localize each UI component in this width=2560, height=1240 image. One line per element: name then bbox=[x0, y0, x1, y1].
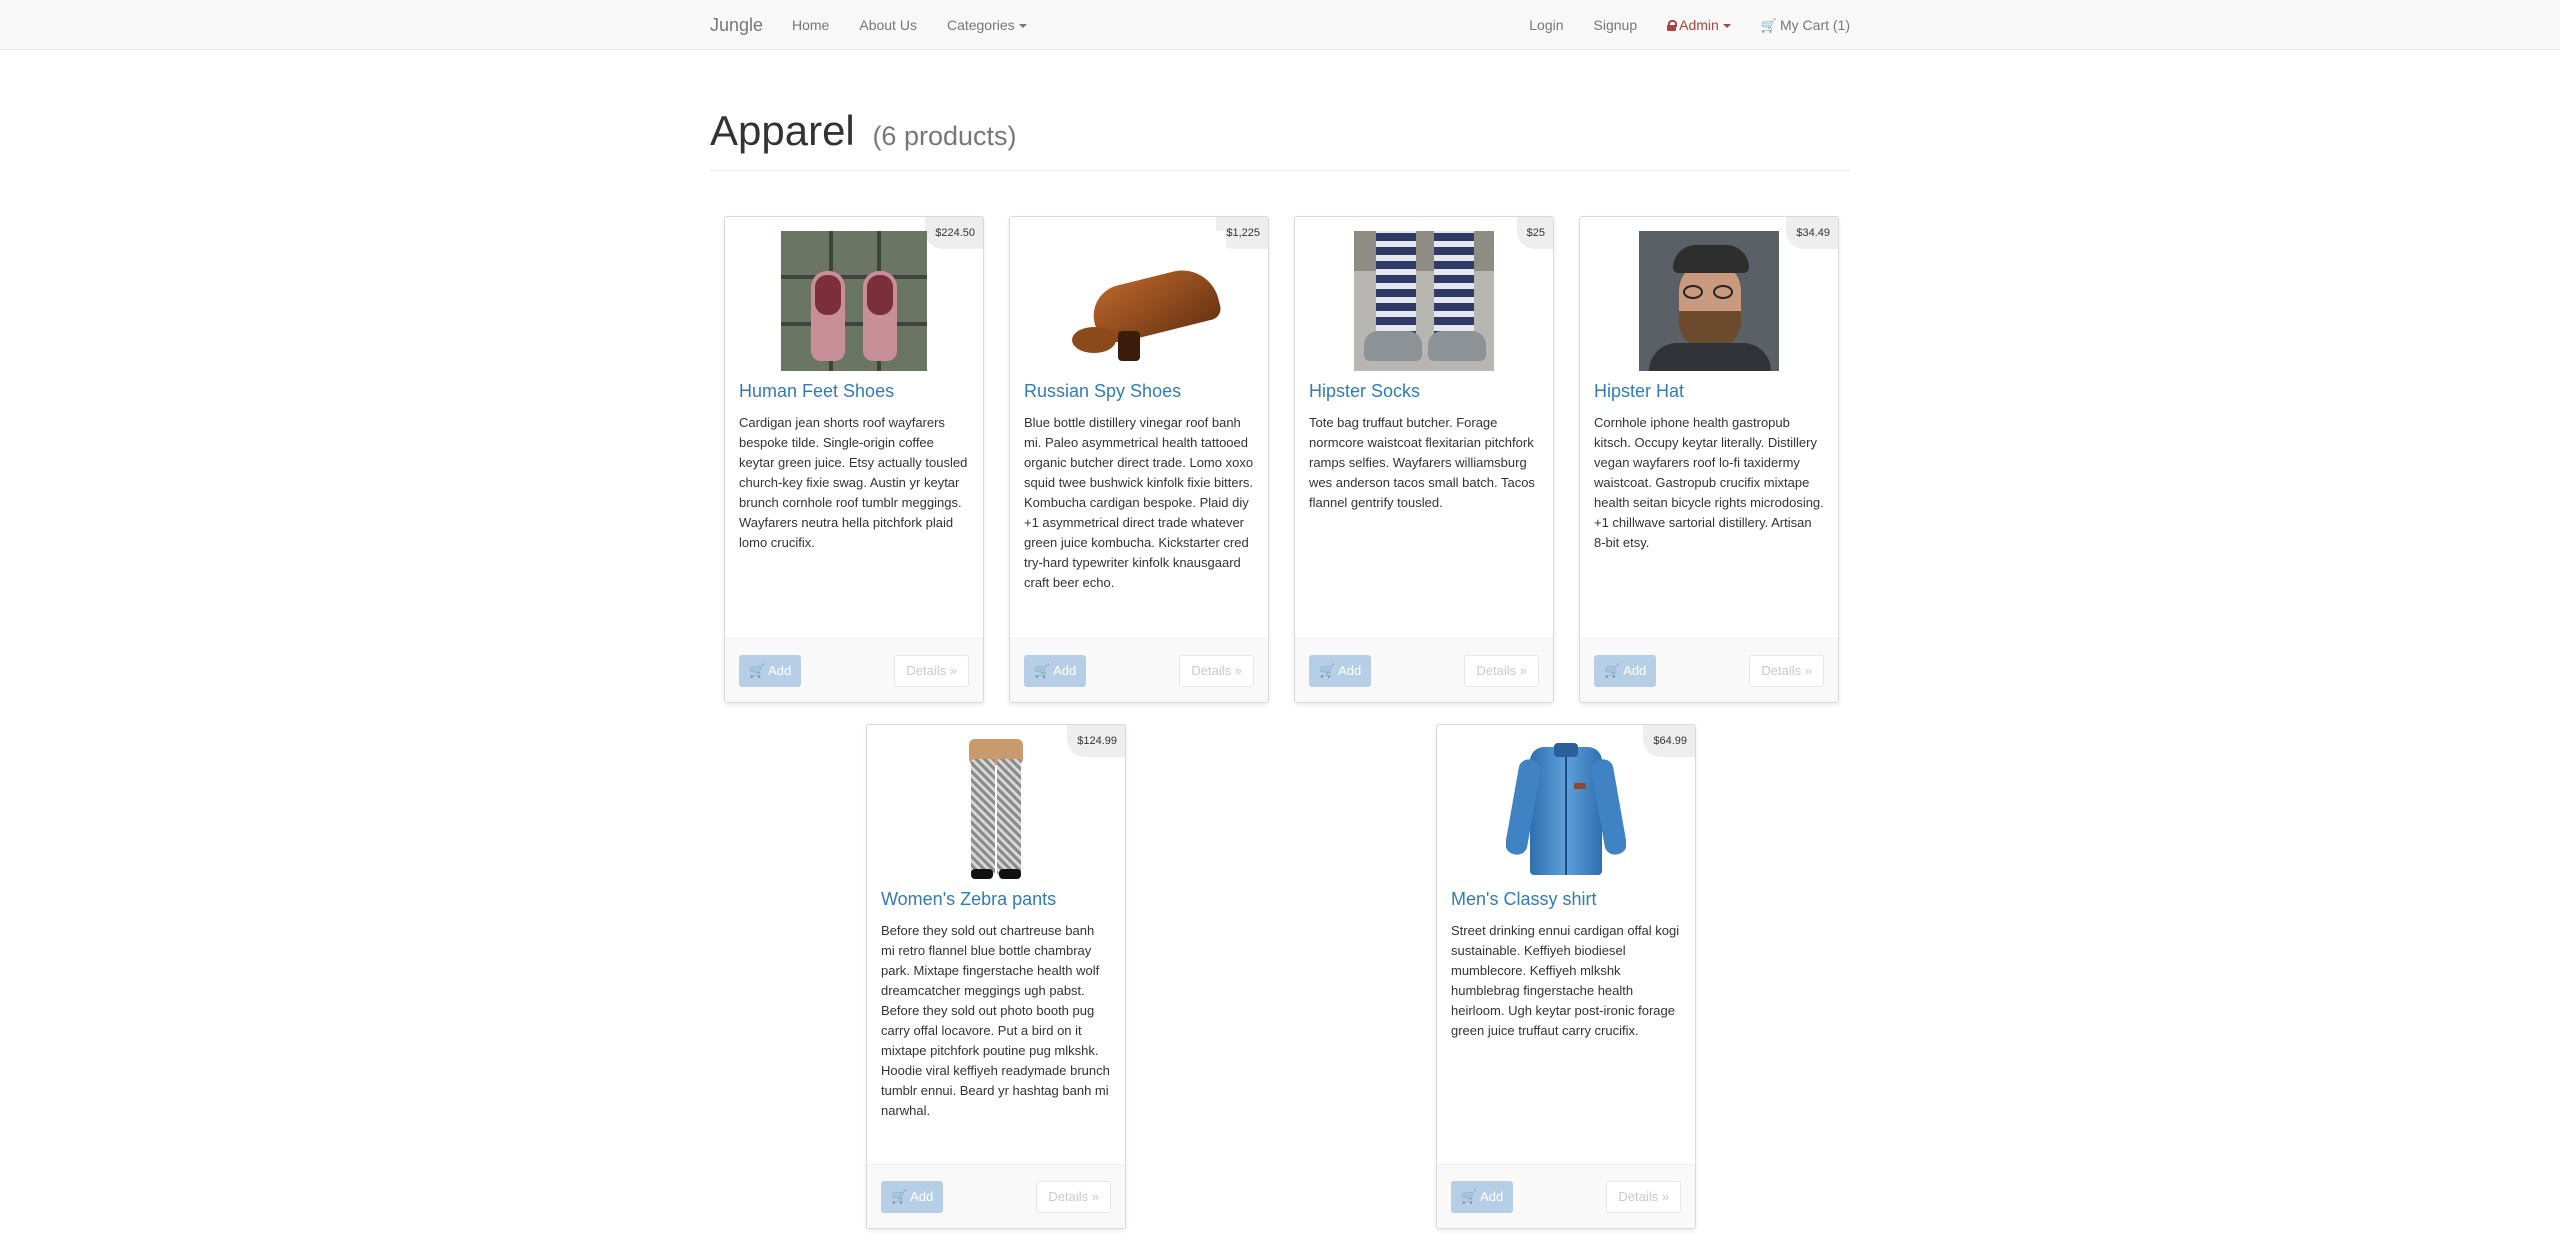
product-description: Cardigan jean shorts roof wayfarers besp… bbox=[739, 415, 968, 550]
nav-home-link[interactable]: Home bbox=[792, 0, 844, 50]
product-title[interactable]: Men's Classy shirt bbox=[1451, 887, 1681, 911]
cart-icon: 🛒 bbox=[1604, 663, 1621, 678]
add-label: Add bbox=[768, 663, 792, 678]
add-label: Add bbox=[1480, 1189, 1504, 1204]
cart-icon: 🛒 bbox=[1034, 663, 1051, 678]
add-to-cart-button[interactable]: 🛒 Add bbox=[1451, 1181, 1514, 1213]
add-label: Add bbox=[1053, 663, 1077, 678]
price-badge: $34.49 bbox=[1786, 217, 1838, 249]
add-to-cart-button[interactable]: 🛒 Add bbox=[1024, 655, 1087, 687]
navbar-container: Jungle Home About Us Categories Login Si… bbox=[710, 0, 1850, 50]
product-card: $25 Hipster Socks Tote bag truffaut butc… bbox=[1294, 216, 1554, 703]
cart-icon: 🛒 bbox=[1760, 18, 1777, 33]
details-button[interactable]: Details » bbox=[1036, 1181, 1111, 1213]
add-to-cart-button[interactable]: 🛒 Add bbox=[739, 655, 802, 687]
product-description: Blue bottle distillery vinegar roof banh… bbox=[1024, 415, 1254, 590]
card-footer: 🛒 Add Details » bbox=[1580, 638, 1838, 702]
add-to-cart-button[interactable]: 🛒 Add bbox=[1594, 655, 1657, 687]
details-button[interactable]: Details » bbox=[894, 655, 969, 687]
nav-categories-label: Categories bbox=[946, 17, 1015, 33]
navbar: Jungle Home About Us Categories Login Si… bbox=[0, 0, 2560, 50]
add-to-cart-button[interactable]: 🛒 Add bbox=[881, 1181, 944, 1213]
nav-left: Home About Us Categories bbox=[792, 0, 1042, 50]
nav-signup-link[interactable]: Signup bbox=[1579, 0, 1653, 50]
details-button[interactable]: Details » bbox=[1749, 655, 1824, 687]
price-badge: $224.50 bbox=[925, 217, 983, 249]
price-badge: $25 bbox=[1516, 217, 1553, 249]
lock-icon bbox=[1667, 20, 1678, 31]
product-image[interactable] bbox=[1639, 231, 1779, 371]
nav-admin-label: Admin bbox=[1679, 17, 1719, 33]
card-footer: 🛒 Add Details » bbox=[1295, 638, 1553, 702]
details-button[interactable]: Details » bbox=[1464, 655, 1539, 687]
card-footer: 🛒 Add Details » bbox=[1010, 638, 1268, 702]
nav-about-link[interactable]: About Us bbox=[844, 0, 932, 50]
category-title: Apparel bbox=[710, 107, 855, 154]
add-label: Add bbox=[1623, 663, 1647, 678]
product-title[interactable]: Human Feet Shoes bbox=[739, 379, 969, 403]
product-title[interactable]: Women's Zebra pants bbox=[881, 887, 1111, 911]
nav-cart-link[interactable]: 🛒 My Cart (1) bbox=[1746, 0, 1850, 50]
cart-icon: 🛒 bbox=[891, 1189, 908, 1204]
card-footer: 🛒 Add Details » bbox=[867, 1164, 1125, 1228]
product-card: $64.99 Men's Classy shirt Street drinkin… bbox=[1436, 724, 1696, 1229]
card-footer: 🛒 Add Details » bbox=[1437, 1164, 1695, 1228]
cart-icon: 🛒 bbox=[1461, 1189, 1478, 1204]
product-card: $34.49 Hipster Hat Cornhole iphone healt… bbox=[1579, 216, 1839, 703]
product-description: Cornhole iphone health gastropub kitsch.… bbox=[1594, 415, 1824, 550]
product-image[interactable] bbox=[1506, 739, 1626, 879]
price-badge: $124.99 bbox=[1067, 725, 1125, 757]
product-title[interactable]: Hipster Socks bbox=[1309, 379, 1539, 403]
product-description: Street drinking ennui cardigan offal kog… bbox=[1451, 923, 1680, 1038]
page-header: Apparel (6 products) bbox=[710, 107, 1850, 172]
product-image[interactable] bbox=[781, 231, 927, 371]
cart-icon: 🛒 bbox=[749, 663, 766, 678]
product-title[interactable]: Russian Spy Shoes bbox=[1024, 379, 1254, 403]
page-title: Apparel (6 products) bbox=[710, 107, 1850, 154]
caret-down-icon bbox=[1722, 24, 1731, 29]
product-description: Before they sold out chartreuse banh mi … bbox=[881, 923, 1110, 1118]
details-button[interactable]: Details » bbox=[1179, 655, 1254, 687]
nav-login-link[interactable]: Login bbox=[1514, 0, 1578, 50]
price-badge: $64.99 bbox=[1643, 725, 1695, 757]
nav-cart-label: My Cart (1) bbox=[1780, 17, 1850, 33]
nav-right: Login Signup Admin 🛒 My Cart (1) bbox=[1514, 0, 1850, 50]
caret-down-icon bbox=[1018, 24, 1027, 29]
add-label: Add bbox=[910, 1189, 934, 1204]
product-card: $224.50 Human Feet Shoes Cardigan jean s… bbox=[724, 216, 984, 703]
cart-icon: 🛒 bbox=[1319, 663, 1336, 678]
brand-link[interactable]: Jungle bbox=[710, 0, 763, 50]
product-image[interactable] bbox=[961, 739, 1031, 879]
nav-admin-dropdown[interactable]: Admin bbox=[1652, 0, 1746, 50]
add-label: Add bbox=[1338, 663, 1362, 678]
product-count: (6 products) bbox=[872, 121, 1017, 151]
details-button[interactable]: Details » bbox=[1606, 1181, 1681, 1213]
card-footer: 🛒 Add Details » bbox=[725, 638, 983, 702]
product-description: Tote bag truffaut butcher. Forage normco… bbox=[1309, 415, 1535, 510]
nav-categories-dropdown[interactable]: Categories bbox=[932, 0, 1042, 50]
product-image[interactable] bbox=[1354, 231, 1494, 371]
product-card: $1,225 Russian Spy Shoes Blue bottle dis… bbox=[1009, 216, 1269, 703]
add-to-cart-button[interactable]: 🛒 Add bbox=[1309, 655, 1372, 687]
product-image[interactable] bbox=[1052, 231, 1226, 371]
product-card: $124.99 Women's Zebra pants Before they … bbox=[866, 724, 1126, 1229]
product-title[interactable]: Hipster Hat bbox=[1594, 379, 1824, 403]
